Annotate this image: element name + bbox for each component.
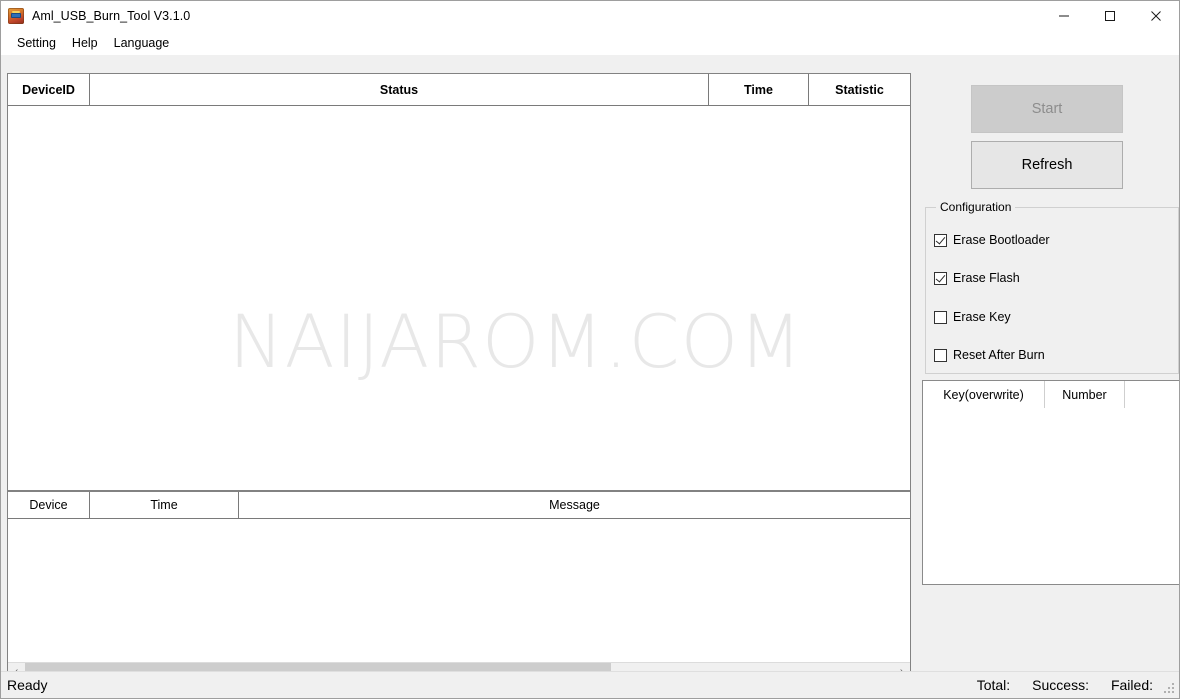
minimize-icon[interactable] — [1041, 1, 1087, 31]
device-list-header: DeviceID Status Time Statistic — [8, 74, 910, 106]
checkbox-reset-after-burn-label: Reset After Burn — [953, 348, 1045, 362]
configuration-legend: Configuration — [936, 200, 1016, 214]
start-button[interactable]: Start — [971, 85, 1123, 133]
close-icon[interactable] — [1133, 1, 1179, 31]
checkbox-reset-after-burn-box[interactable] — [934, 348, 947, 362]
device-list[interactable]: DeviceID Status Time Statistic — [7, 73, 911, 491]
checkbox-erase-flash[interactable]: Erase Flash — [934, 271, 1020, 285]
title-bar: Aml_USB_Burn_Tool V3.1.0 — [1, 1, 1179, 31]
checkbox-erase-flash-label: Erase Flash — [953, 271, 1020, 285]
column-header-deviceid[interactable]: DeviceID — [8, 74, 90, 105]
configuration-group: Configuration Erase Bootloader Erase Fla… — [925, 200, 1179, 374]
device-list-body — [8, 106, 910, 490]
status-failed-label: Failed: — [1110, 677, 1153, 693]
checkbox-erase-key[interactable]: Erase Key — [934, 310, 1011, 324]
status-counters: Total: Success: Failed: — [977, 677, 1153, 693]
column-header-log-time[interactable]: Time — [90, 492, 239, 518]
column-header-status[interactable]: Status — [90, 74, 709, 105]
window-title: Aml_USB_Burn_Tool V3.1.0 — [32, 9, 191, 23]
key-list-body — [923, 408, 1179, 584]
checkbox-erase-bootloader-box[interactable] — [934, 233, 947, 247]
column-header-key-overwrite[interactable]: Key(overwrite) — [923, 381, 1045, 408]
checkbox-erase-key-label: Erase Key — [953, 310, 1011, 324]
window-controls — [1041, 1, 1179, 31]
column-header-key-extra[interactable] — [1125, 381, 1179, 408]
key-list[interactable]: Key(overwrite) Number — [922, 380, 1179, 585]
menu-item-help[interactable]: Help — [64, 34, 106, 52]
log-list-header: Device Time Message — [8, 492, 910, 519]
column-header-device[interactable]: Device — [8, 492, 90, 518]
status-success-label: Success: — [1032, 677, 1089, 693]
log-list-body — [8, 519, 910, 662]
checkbox-erase-bootloader-label: Erase Bootloader — [953, 233, 1050, 247]
refresh-button[interactable]: Refresh — [971, 141, 1123, 189]
key-list-header: Key(overwrite) Number — [923, 381, 1179, 408]
status-text: Ready — [7, 677, 48, 693]
status-total-label: Total: — [976, 677, 1011, 693]
checkbox-reset-after-burn[interactable]: Reset After Burn — [934, 348, 1045, 362]
right-panel: Start Refresh Configuration Erase Bootlo… — [917, 55, 1179, 698]
client-area: NAIJAROM.COM DeviceID Status Time Statis… — [1, 55, 1179, 698]
column-header-message[interactable]: Message — [239, 492, 910, 518]
column-header-number[interactable]: Number — [1045, 381, 1125, 408]
maximize-icon[interactable] — [1087, 1, 1133, 31]
menu-bar: Setting Help Language — [1, 31, 1179, 55]
status-bar: Ready Total: Success: Failed: — [1, 671, 1179, 698]
column-header-time[interactable]: Time — [709, 74, 809, 105]
column-header-statistic[interactable]: Statistic — [809, 74, 910, 105]
checkbox-erase-key-box[interactable] — [934, 310, 947, 324]
app-icon — [8, 8, 24, 24]
aml-usb-burn-tool-window: Aml_USB_Burn_Tool V3.1.0 Setting Help La… — [0, 0, 1180, 699]
resize-grip-icon[interactable] — [1164, 683, 1176, 695]
menu-item-language[interactable]: Language — [106, 34, 178, 52]
checkbox-erase-flash-box[interactable] — [934, 271, 947, 285]
menu-item-setting[interactable]: Setting — [9, 34, 64, 52]
log-list[interactable]: Device Time Message ‹ › — [7, 491, 911, 681]
checkbox-erase-bootloader[interactable]: Erase Bootloader — [934, 233, 1050, 247]
